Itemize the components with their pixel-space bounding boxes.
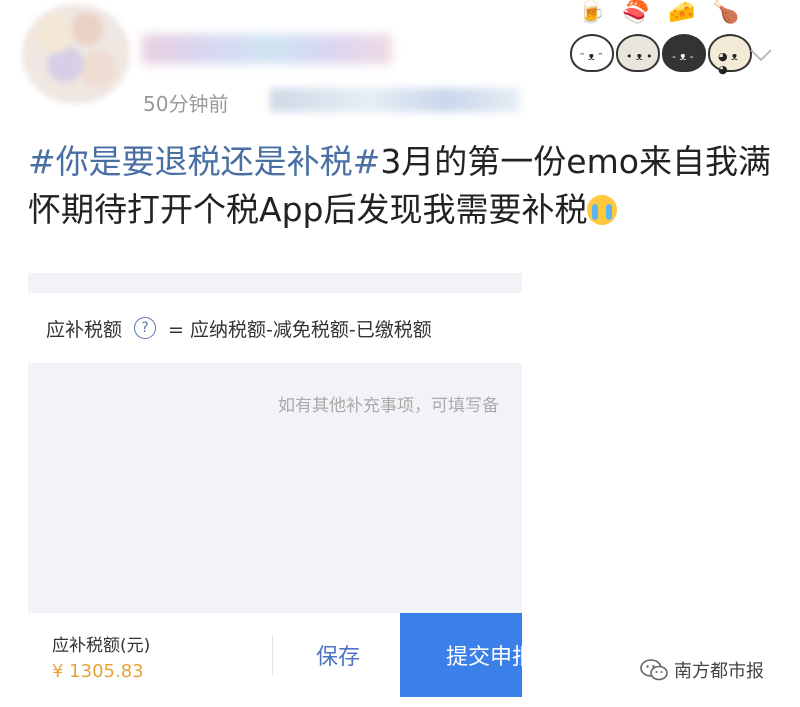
watermark-text: 南方都市报 bbox=[674, 661, 764, 682]
cat-sticker-icon: - ᴥ - bbox=[662, 34, 706, 72]
watermark: 南方都市报 bbox=[640, 657, 764, 683]
avatar[interactable] bbox=[22, 4, 130, 104]
divider bbox=[272, 635, 273, 675]
due-amount-value: ¥ 1305.83 bbox=[52, 661, 144, 682]
save-button[interactable]: 保存 bbox=[276, 613, 400, 697]
submit-declaration-button[interactable]: 提交申报 bbox=[400, 613, 522, 697]
crying-face-icon bbox=[587, 195, 618, 225]
post-source-redacted bbox=[270, 88, 520, 112]
formula-row: 应补税额 ? = 应纳税额-减免税额-已缴税额 bbox=[28, 293, 522, 363]
cat-sticker-icon: ᵔ ᴥ ᵔ bbox=[570, 34, 614, 72]
cheese-icon: 🧀 bbox=[668, 0, 696, 25]
post-text: #你是要退税还是补税#3月的第一份emo来自我满 怀期待打开个税App后发现我需… bbox=[28, 138, 788, 234]
note-placeholder: 如有其他补充事项，可填写备 bbox=[278, 396, 499, 416]
note-textarea[interactable]: 如有其他补充事项，可填写备 bbox=[28, 363, 522, 611]
cropped-row: ▔▔▔▔ ▔▔ ▔▔▔▔▔▔ bbox=[28, 243, 522, 273]
post-text-line2: 怀期待打开个税App后发现我需要补税 bbox=[28, 190, 588, 229]
formula-label: 应补税额 bbox=[46, 318, 123, 341]
tax-app-screenshot[interactable]: ▔▔▔▔ ▔▔ ▔▔▔▔▔▔ 应补税额 ? = 应纳税额-减免税额-已缴税额 如… bbox=[28, 243, 522, 697]
formula-expression: = 应纳税额-减免税额-已缴税额 bbox=[168, 318, 432, 341]
help-icon[interactable]: ? bbox=[134, 317, 157, 339]
drumstick-icon: 🍗 bbox=[712, 0, 740, 25]
chevron-down-icon[interactable] bbox=[748, 42, 774, 68]
bottom-action-bar: 应补税额(元) ¥ 1305.83 保存 提交申报 bbox=[28, 613, 522, 697]
food-icon: 🍣 bbox=[622, 0, 650, 25]
post-text-line1: 3月的第一份emo来自我满 bbox=[380, 142, 771, 181]
section-gap bbox=[28, 273, 522, 293]
hashtag-link[interactable]: #你是要退税还是补税# bbox=[28, 142, 380, 181]
wechat-icon bbox=[640, 659, 668, 681]
sticker-decoration: 🍺 🍣 🧀 🍗 ᵔ ᴥ ᵔ • ᴥ • - ᴥ - ◕ ᴥ ◕ bbox=[566, 0, 766, 78]
cat-sticker-icon: • ᴥ • bbox=[616, 34, 660, 72]
post-time: 50分钟前 bbox=[143, 92, 229, 116]
due-amount-label: 应补税额(元) bbox=[52, 636, 151, 656]
cat-sticker-icon: ◕ ᴥ ◕ bbox=[708, 34, 752, 76]
drink-icon: 🍺 bbox=[578, 0, 606, 25]
cropped-text: ▔▔▔▔ ▔▔ ▔▔▔▔▔▔ bbox=[48, 243, 244, 255]
username-redacted[interactable] bbox=[142, 34, 392, 64]
